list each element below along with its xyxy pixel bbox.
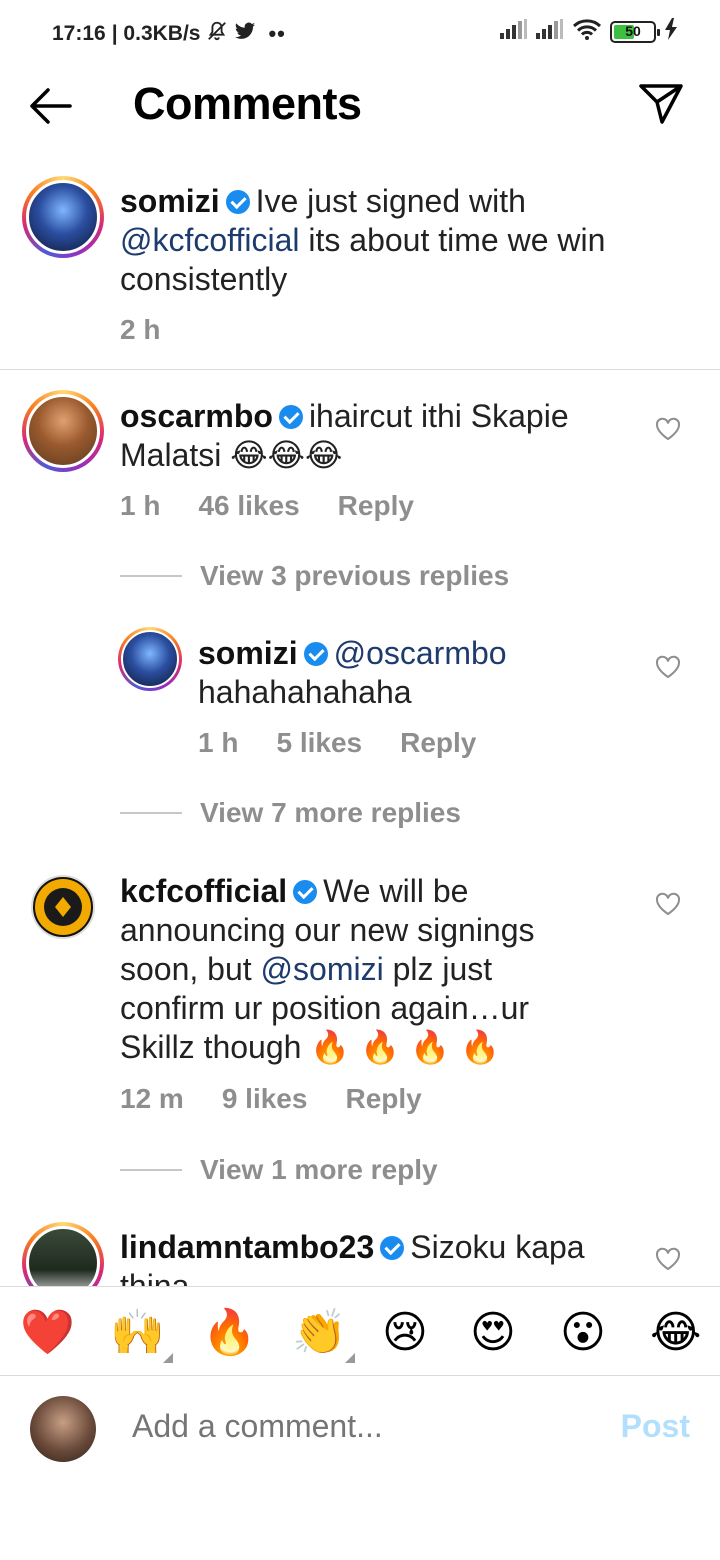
fire-emoji-button[interactable]: 🔥 [202,1309,257,1357]
avatar[interactable] [22,390,104,472]
mention-link[interactable]: @oscarmbo [334,635,507,671]
raised-hands-emoji-button[interactable]: 🙌 [110,1309,173,1363]
view-more-replies[interactable]: View 1 more reply [120,1154,438,1186]
caption-meta: 2 h [120,314,160,346]
kaizer-chiefs-logo-icon [35,879,91,935]
post-button[interactable]: Post [621,1408,690,1445]
username[interactable]: lindamntambo23 [120,1229,374,1265]
crying-emoji-button[interactable]: 😢 [382,1309,428,1357]
username[interactable]: oscarmbo [120,398,273,434]
heart-emoji-button[interactable]: ❤️ [20,1309,75,1357]
username[interactable]: kcfcofficial [120,873,287,909]
divider [120,1169,182,1171]
verified-badge-icon [278,405,303,429]
like-heart-icon[interactable] [655,655,681,679]
comment-meta: 12 m 9 likes Reply [120,1083,422,1115]
like-heart-icon[interactable] [655,892,681,916]
caption-text: somizi Ive just signed with @kcfcofficial… [120,183,606,297]
battery-icon: 50 [610,20,660,43]
avatar[interactable] [22,1222,104,1286]
page-title: Comments [133,78,362,129]
view-previous-replies[interactable]: View 3 previous replies [120,560,509,592]
more-dots-icon: •• [268,21,286,46]
divider [120,812,182,814]
comments-list: oscarmbo ihaircut ithi Skapie Malatsi 😂😂😂… [0,370,720,1286]
verified-badge-icon [293,880,318,904]
timestamp: 2 h [120,314,161,345]
comment-input[interactable] [132,1408,572,1445]
back-arrow-icon [30,88,72,124]
comment-text: lindamntambo23 Sizoku kapa thina [120,1229,585,1286]
verified-badge-icon [225,190,250,214]
fire-emoji: 🔥 🔥 🔥 🔥 [310,1028,501,1066]
laughing-emoji: 😂😂😂 [230,436,343,474]
timestamp: 12 m [120,1083,184,1114]
comment-text: kcfcofficial We will be announcing our ne… [120,873,535,1066]
signal-icon [536,19,564,44]
signal-icon [500,19,528,44]
emoji-quick-bar: ❤️ 🙌 🔥 👏 😢 😍 😮 😂 [0,1286,720,1376]
reply-button[interactable]: Reply [400,727,476,759]
divider [120,575,182,577]
view-more-replies[interactable]: View 7 more replies [120,797,461,829]
timestamp: 1 h [198,727,239,758]
twitter-icon [234,20,256,48]
post-caption: somizi Ive just signed with @kcfcofficial… [0,172,720,370]
verified-badge-icon [380,1236,405,1260]
comment-text: somizi @oscarmbo hahahahahaha [198,635,507,710]
charging-icon [664,18,678,45]
avatar[interactable] [22,176,104,258]
status-time: 17:16 [52,22,106,45]
comment-text: oscarmbo ihaircut ithi Skapie Malatsi 😂😂😂 [120,398,569,474]
wifi-icon [572,18,602,45]
mention-link[interactable]: @kcfcofficial [120,222,300,258]
heart-eyes-emoji-button[interactable]: 😍 [470,1309,516,1357]
mention-link[interactable]: @somizi [261,951,384,987]
reply-button[interactable]: Reply [338,490,414,522]
avatar[interactable] [118,627,182,691]
mute-icon [206,20,228,48]
skin-tone-indicator [344,1353,355,1363]
surprised-emoji-button[interactable]: 😮 [560,1309,606,1357]
battery-level: 50 [625,22,641,39]
like-count[interactable]: 9 likes [222,1083,308,1115]
share-button[interactable] [638,82,684,126]
user-avatar [30,1396,96,1462]
avatar[interactable] [31,875,95,939]
like-count[interactable]: 46 likes [198,490,299,522]
status-left: 17:16 | 0.3KB/s •• [52,20,286,48]
laughing-emoji-button[interactable]: 😂 [650,1309,701,1357]
skin-tone-indicator [162,1353,173,1363]
reply-button[interactable]: Reply [345,1083,421,1115]
comment-meta: 1 h 5 likes Reply [198,727,476,759]
like-heart-icon[interactable] [655,417,681,441]
back-button[interactable] [26,86,74,126]
status-net-speed: | 0.3KB/s [111,22,201,45]
direct-send-icon [639,84,683,124]
clap-emoji-button[interactable]: 👏 [292,1309,355,1363]
comment-meta: 1 h 46 likes Reply [120,490,414,522]
like-count[interactable]: 5 likes [276,727,362,759]
like-heart-icon[interactable] [655,1247,681,1271]
status-right: 50 [500,18,678,45]
comment-input-bar: Post [0,1376,720,1480]
username[interactable]: somizi [120,183,220,219]
timestamp: 1 h [120,490,161,521]
header: Comments [0,64,720,144]
verified-badge-icon [303,642,328,666]
status-bar: 17:16 | 0.3KB/s •• 50 [0,0,720,64]
username[interactable]: somizi [198,635,298,671]
